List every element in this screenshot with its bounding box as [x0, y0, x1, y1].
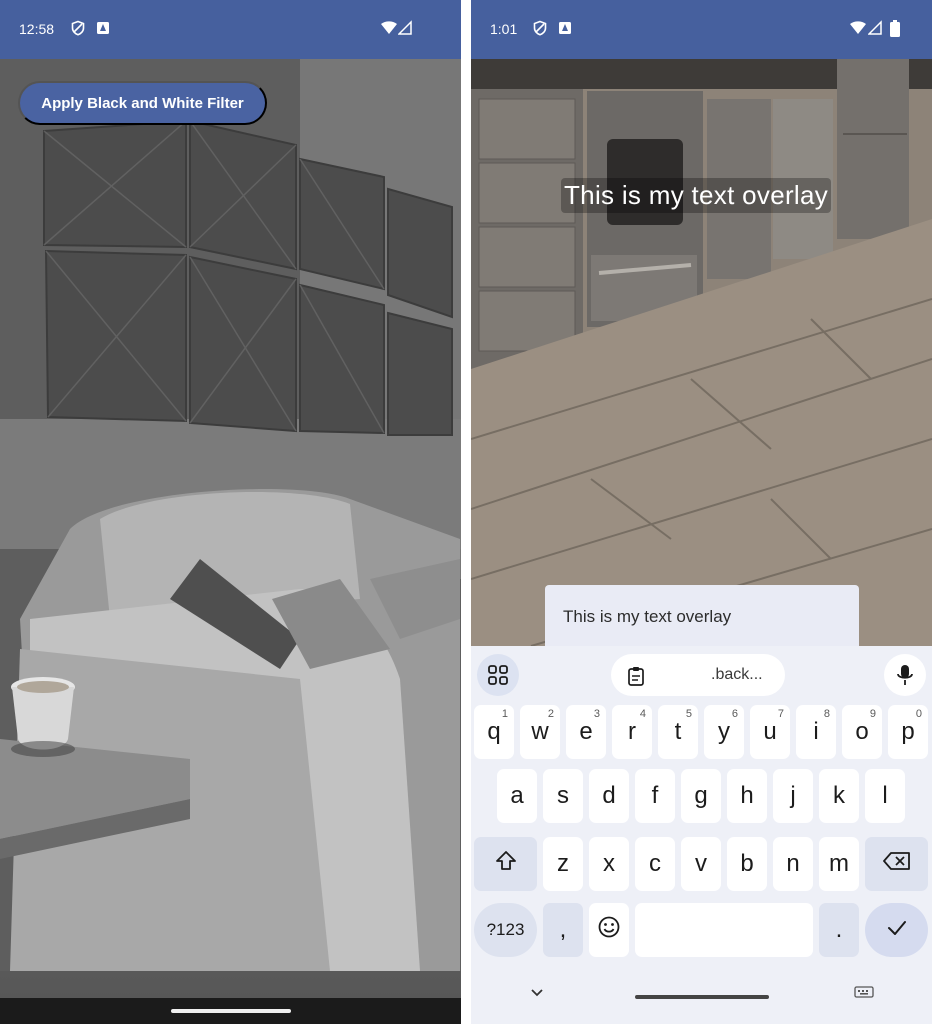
key-y[interactable]: y6 [704, 705, 744, 759]
key-r[interactable]: r4 [612, 705, 652, 759]
key-x[interactable]: x [589, 837, 629, 891]
emoji-icon [598, 916, 620, 945]
wifi-icon [380, 20, 398, 41]
text-overlay-label: This is my text overlay [561, 178, 832, 213]
key-w[interactable]: w2 [520, 705, 560, 759]
emoji-key[interactable] [589, 903, 629, 957]
phone-screen-filter: 12:58 Apply Black and White Filter [0, 0, 461, 1024]
notification-icon [558, 20, 572, 41]
backspace-key[interactable] [865, 837, 928, 891]
home-gesture-handle[interactable] [170, 1009, 291, 1013]
do-not-disturb-icon [532, 20, 548, 41]
enter-key[interactable] [865, 903, 928, 957]
key-n[interactable]: n [773, 837, 813, 891]
shift-icon [495, 850, 517, 879]
symbols-key[interactable]: ?123 [474, 903, 537, 957]
key-u[interactable]: u7 [750, 705, 790, 759]
navigation-bar [0, 998, 461, 1024]
key-p[interactable]: p0 [888, 705, 928, 759]
status-time: 12:58 [19, 21, 55, 37]
battery-icon [890, 20, 900, 42]
comma-key[interactable]: , [543, 903, 583, 957]
key-g[interactable]: g [681, 769, 721, 823]
keyboard-toolbar: .back... [471, 646, 932, 702]
key-m[interactable]: m [819, 837, 859, 891]
key-b[interactable]: b [727, 837, 767, 891]
key-i[interactable]: i8 [796, 705, 836, 759]
hide-keyboard-chevron-icon[interactable] [529, 986, 545, 1004]
apps-grid-icon[interactable] [477, 654, 519, 696]
overlay-text-field[interactable]: This is my text overlay [545, 585, 859, 647]
key-f[interactable]: f [635, 769, 675, 823]
clipboard-icon [627, 666, 645, 691]
key-l[interactable]: l [865, 769, 905, 823]
enter-check-icon [886, 916, 908, 944]
status-bar: 12:58 [0, 0, 461, 59]
key-e[interactable]: e3 [566, 705, 606, 759]
signal-icon [397, 20, 412, 41]
key-h[interactable]: h [727, 769, 767, 823]
keyboard-switch-icon[interactable] [854, 986, 874, 1005]
soft-keyboard: .back... q1 w2 e3 r4 t5 y6 u7 i8 o9 p0 a… [471, 646, 932, 1024]
backspace-icon [882, 850, 911, 878]
apply-bw-filter-button[interactable]: Apply Black and White Filter [18, 81, 267, 125]
kitchen-photo: This is my text overlay [471, 59, 932, 646]
phone-screen-text-overlay: 1:01 This is my text overlay This is my … [471, 0, 932, 1024]
microphone-icon[interactable] [884, 654, 926, 696]
do-not-disturb-icon [70, 20, 86, 41]
notification-icon [96, 20, 110, 41]
signal-icon [867, 20, 882, 41]
key-k[interactable]: k [819, 769, 859, 823]
period-key[interactable]: . [819, 903, 859, 957]
key-c[interactable]: c [635, 837, 675, 891]
shift-key[interactable] [474, 837, 537, 891]
grayscale-room-image [0, 59, 461, 971]
key-q[interactable]: q1 [474, 705, 514, 759]
keyboard-nav-bar [471, 972, 932, 1024]
status-time: 1:01 [490, 21, 518, 37]
kitchen-floor-image [471, 59, 932, 646]
key-v[interactable]: v [681, 837, 721, 891]
clipboard-suggestion-chip[interactable]: .back... [611, 654, 785, 696]
key-a[interactable]: a [497, 769, 537, 823]
wifi-icon [849, 20, 867, 41]
living-room-photo: Apply Black and White Filter [0, 59, 461, 998]
status-bar: 1:01 [471, 0, 932, 59]
suggestion-text: .back... [711, 666, 763, 683]
key-o[interactable]: o9 [842, 705, 882, 759]
key-s[interactable]: s [543, 769, 583, 823]
key-z[interactable]: z [543, 837, 583, 891]
key-t[interactable]: t5 [658, 705, 698, 759]
home-gesture-handle[interactable] [634, 995, 769, 999]
space-key[interactable] [635, 903, 813, 957]
key-j[interactable]: j [773, 769, 813, 823]
key-d[interactable]: d [589, 769, 629, 823]
